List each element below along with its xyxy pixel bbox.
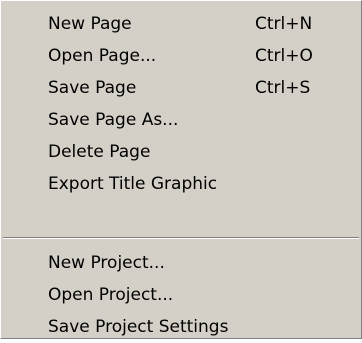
- menu-item-label: New Project...: [48, 253, 165, 273]
- menu-item-label: Delete Page: [48, 142, 151, 162]
- menu-item-label: Save Page As...: [48, 110, 179, 130]
- menu-item-new-page[interactable]: New Page Ctrl+N: [1, 8, 361, 40]
- menu-item-label: Open Project...: [48, 285, 174, 305]
- menu-item-open-page[interactable]: Open Page... Ctrl+O: [1, 40, 361, 72]
- menu-item-save-page-as[interactable]: Save Page As...: [1, 104, 361, 136]
- menu-item-open-project[interactable]: Open Project...: [1, 279, 361, 311]
- menu-item-save-page[interactable]: Save Page Ctrl+S: [1, 72, 361, 104]
- menu-item-save-project-settings[interactable]: Save Project Settings: [1, 311, 361, 343]
- menu-item-shortcut: Ctrl+S: [255, 78, 311, 98]
- menu-item-label: New Page: [48, 14, 132, 34]
- project-menu-group: New Project... Open Project... Save Proj…: [1, 247, 361, 343]
- menu-item-label: Save Page: [48, 78, 137, 98]
- menu-separator: [3, 237, 359, 239]
- menu-item-delete-page[interactable]: Delete Page: [1, 136, 361, 168]
- menu-item-label: Save Project Settings: [48, 317, 229, 337]
- menu-item-label: Export Title Graphic: [48, 174, 218, 194]
- menu-item-export-title-graphic[interactable]: Export Title Graphic: [1, 168, 361, 200]
- menu-item-new-project[interactable]: New Project...: [1, 247, 361, 279]
- page-menu-group: New Page Ctrl+N Open Page... Ctrl+O Save…: [1, 8, 361, 200]
- menu-item-shortcut: Ctrl+N: [255, 14, 313, 34]
- context-menu: New Page Ctrl+N Open Page... Ctrl+O Save…: [0, 0, 362, 339]
- menu-item-shortcut: Ctrl+O: [255, 46, 313, 66]
- menu-item-label: Open Page...: [48, 46, 157, 66]
